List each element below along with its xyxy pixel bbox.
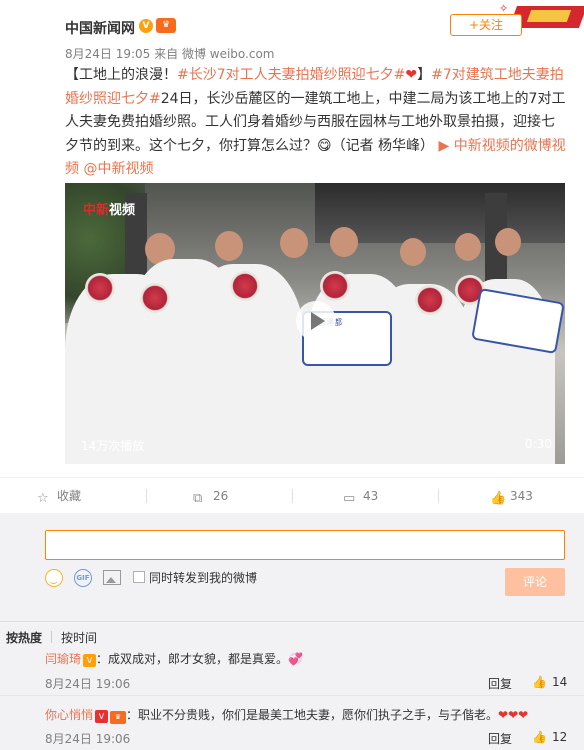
comment-text: 闫瑜琦 V ：成双成对，郎才女貌，都是真爱。💞 (45, 650, 303, 667)
repost-button[interactable]: ⧉ 26 (193, 478, 228, 514)
gif-icon[interactable]: GIF (74, 569, 92, 587)
action-bar: ☆ 收藏 ⧉ 26 ▭ 43 👍 343 (0, 477, 584, 513)
sort-by-hot-tab[interactable]: 按热度 (6, 629, 42, 646)
repost-count: 26 (213, 489, 229, 503)
video-link-icon[interactable]: ▶ (434, 138, 454, 154)
comment-item: 闫瑜琦 V ：成双成对，郎才女貌，都是真爱。💞 8月24日 19:06 回复 👍 14 (0, 650, 584, 696)
reply-button[interactable]: 回复 (488, 730, 512, 747)
post-text-part: （记者 杨华峰） (331, 137, 435, 154)
play-button-icon[interactable] (296, 301, 336, 341)
follow-button[interactable]: +关注 (450, 14, 522, 36)
comment-input[interactable] (45, 530, 565, 560)
emoji-icon: 😋 (317, 137, 332, 154)
verified-badge-icon: V (139, 19, 153, 33)
post-text-part: 【工地上的浪漫！ (65, 67, 177, 83)
thumbs-up-icon: 👍 (532, 675, 547, 689)
video-player[interactable]: 中国建都 中新视频 14万次播放 0:30 (65, 183, 565, 464)
submit-comment-button[interactable]: 评论 (505, 568, 565, 596)
comment-like-button[interactable]: 👍 14 (532, 675, 567, 689)
favorite-button[interactable]: ☆ 收藏 (37, 478, 81, 514)
post-source[interactable]: 来自 微博 weibo.com (154, 47, 274, 61)
comment-like-count: 12 (552, 730, 568, 744)
post-text-part: 】 (417, 67, 432, 83)
hashtag-link[interactable]: #长沙7对工人夫妻拍婚纱照迎七夕# (177, 67, 405, 83)
comment-body: ：成双成对，郎才女貌，都是真爱。 (96, 652, 289, 666)
comment-like-button[interactable]: 👍 12 (532, 730, 567, 744)
reply-button[interactable]: 回复 (488, 675, 512, 692)
star-icon: ☆ (37, 491, 49, 506)
image-icon[interactable] (103, 570, 121, 585)
vip-badge-icon: ♛ (156, 18, 176, 33)
verified-badge-icon: V (95, 710, 109, 723)
comment-time: 8月24日 19:06 (45, 732, 131, 746)
divider (292, 489, 293, 503)
comment-panel: GIF 同时转发到我的微博 评论 按热度 按时间 闫瑜琦 V ：成双成对，郎才女貌，… (0, 513, 584, 750)
sort-by-time-tab[interactable]: 按时间 (61, 629, 97, 646)
post-text: 【工地上的浪漫！#长沙7对工人夫妻拍婚纱照迎七夕#❤】#7对建筑工地夫妻拍婚纱照… (65, 64, 567, 182)
emoji-icon[interactable] (45, 569, 63, 587)
repost-checkbox-label[interactable]: 同时转发到我的微博 (149, 569, 257, 586)
comment-icon: ▭ (343, 491, 356, 506)
heart-icon: ❤ (405, 67, 418, 83)
comment-body: ：职业不分贵贱，你们是最美工地夫妻，愿你们执子之手，与子偕老。 (126, 708, 499, 722)
hearts-emoji-icon: 💞 (288, 652, 303, 666)
comment-sort-bar: 按热度 按时间 (0, 621, 584, 649)
post-timestamp[interactable]: 8月24日 19:05 (65, 47, 150, 61)
comment-author[interactable]: 闫瑜琦 (45, 652, 81, 666)
comment-text: 你心悄悄 V ♛ ：职业不分贵贱，你们是最美工地夫妻，愿你们执子之手，与子偕老。❤❤❤ (45, 706, 528, 724)
like-button[interactable]: 👍 343 (490, 478, 533, 514)
divider (146, 489, 147, 503)
post-meta: 8月24日 19:05 来自 微博 weibo.com (65, 45, 275, 62)
author-name[interactable]: 中国新闻网 (65, 18, 135, 38)
comment-item: 你心悄悄 V ♛ ：职业不分贵贱，你们是最美工地夫妻，愿你们执子之手，与子偕老。❤❤❤… (0, 706, 584, 750)
comment-time: 8月24日 19:06 (45, 677, 131, 691)
comment-like-count: 14 (552, 675, 568, 689)
thumbs-up-icon: 👍 (490, 491, 507, 506)
verified-badge-icon: V (83, 654, 97, 667)
vip-badge-icon: ♛ (110, 711, 127, 724)
mention-link[interactable]: @中新视频 (83, 161, 153, 177)
favorite-label: 收藏 (57, 489, 82, 503)
comment-author[interactable]: 你心悄悄 (45, 708, 93, 722)
hearts-emoji-icon: ❤❤❤ (498, 708, 529, 722)
repost-icon: ⧉ (193, 491, 203, 506)
divider (51, 631, 52, 643)
video-play-count: 14万次播放 (81, 439, 145, 453)
divider (438, 489, 439, 503)
comment-count: 43 (363, 489, 379, 503)
video-logo: 中新视频 (83, 203, 136, 218)
like-count: 343 (510, 489, 533, 503)
divider (0, 695, 584, 696)
comment-button[interactable]: ▭ 43 (343, 478, 378, 514)
video-duration: 0:30 (525, 437, 552, 451)
repost-checkbox[interactable] (133, 571, 145, 583)
thumbs-up-icon: 👍 (532, 730, 547, 744)
post-header: 中国新闻网 V ♛ 8月24日 19:05 来自 微博 weibo.com ✧ … (0, 0, 584, 62)
